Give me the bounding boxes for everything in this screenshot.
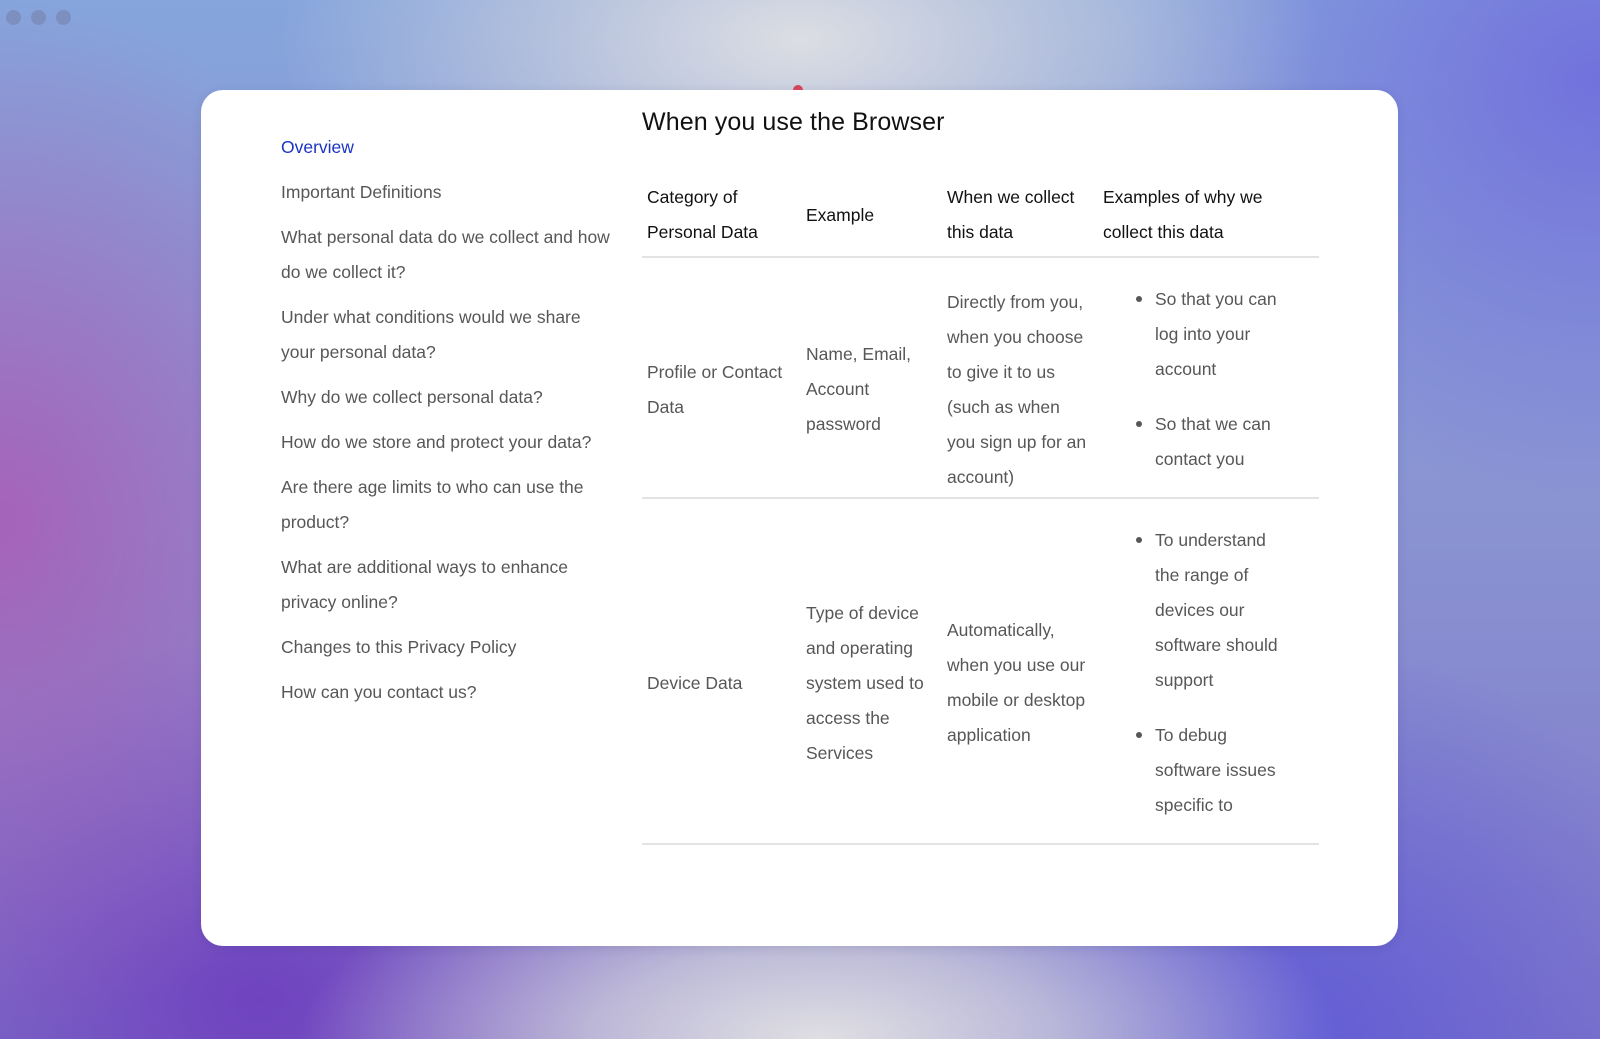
toc-item-store-protect[interactable]: How do we store and protect your data?	[281, 425, 611, 460]
reason-item: To debug software issues specific to	[1136, 718, 1303, 823]
toc-item-personal-data-collected[interactable]: What personal data do we collect and how…	[281, 220, 611, 290]
cell-why: To understand the range of devices our s…	[1098, 498, 1319, 845]
reason-item: So that we can contact you	[1136, 407, 1303, 477]
toc-item-contact-us[interactable]: How can you contact us?	[281, 675, 611, 710]
policy-content: When you use the Browser Category of Per…	[642, 104, 1322, 845]
reason-item: So that you can log into your account	[1136, 282, 1303, 387]
table-row-device-data: Device Data Type of device and operating…	[642, 498, 1319, 845]
personal-data-table: Category of Personal Data Example When w…	[642, 180, 1319, 845]
cell-why: So that you can log into your account So…	[1098, 257, 1319, 499]
cell-example: Type of device and operating system used…	[801, 498, 942, 845]
toc-item-data-sharing[interactable]: Under what conditions would we share you…	[281, 300, 611, 370]
reason-item: To understand the range of devices our s…	[1136, 523, 1303, 698]
cell-example: Name, Email, Account password	[801, 257, 942, 499]
cell-category: Device Data	[642, 498, 801, 845]
header-why: Examples of why we collect this data	[1098, 180, 1319, 258]
header-when: When we collect this data	[942, 180, 1098, 258]
cell-category: Profile or Contact Data	[642, 257, 801, 499]
toc-item-policy-changes[interactable]: Changes to this Privacy Policy	[281, 630, 611, 665]
table-header-row: Category of Personal Data Example When w…	[642, 180, 1319, 258]
close-window-button[interactable]	[6, 10, 21, 25]
maximize-window-button[interactable]	[56, 10, 71, 25]
header-example: Example	[801, 180, 942, 258]
section-title: When you use the Browser	[642, 108, 945, 136]
reasons-list: So that you can log into your account So…	[1103, 282, 1303, 477]
cell-when: Automatically, when you use our mobile o…	[942, 498, 1098, 845]
reasons-list: To understand the range of devices our s…	[1103, 523, 1303, 823]
header-category: Category of Personal Data	[642, 180, 801, 258]
toc-item-overview[interactable]: Overview	[281, 130, 611, 165]
toc-item-age-limits[interactable]: Are there age limits to who can use the …	[281, 470, 611, 540]
toc-item-important-definitions[interactable]: Important Definitions	[281, 175, 611, 210]
table-of-contents: Overview Important Definitions What pers…	[281, 130, 611, 720]
minimize-window-button[interactable]	[31, 10, 46, 25]
table-row-profile-data: Profile or Contact Data Name, Email, Acc…	[642, 257, 1319, 499]
cell-when: Directly from you, when you choose to gi…	[942, 257, 1098, 499]
privacy-policy-window: Overview Important Definitions What pers…	[201, 90, 1398, 946]
toc-item-why-collect[interactable]: Why do we collect personal data?	[281, 380, 611, 415]
toc-item-enhance-privacy[interactable]: What are additional ways to enhance priv…	[281, 550, 611, 620]
window-controls	[6, 10, 71, 25]
